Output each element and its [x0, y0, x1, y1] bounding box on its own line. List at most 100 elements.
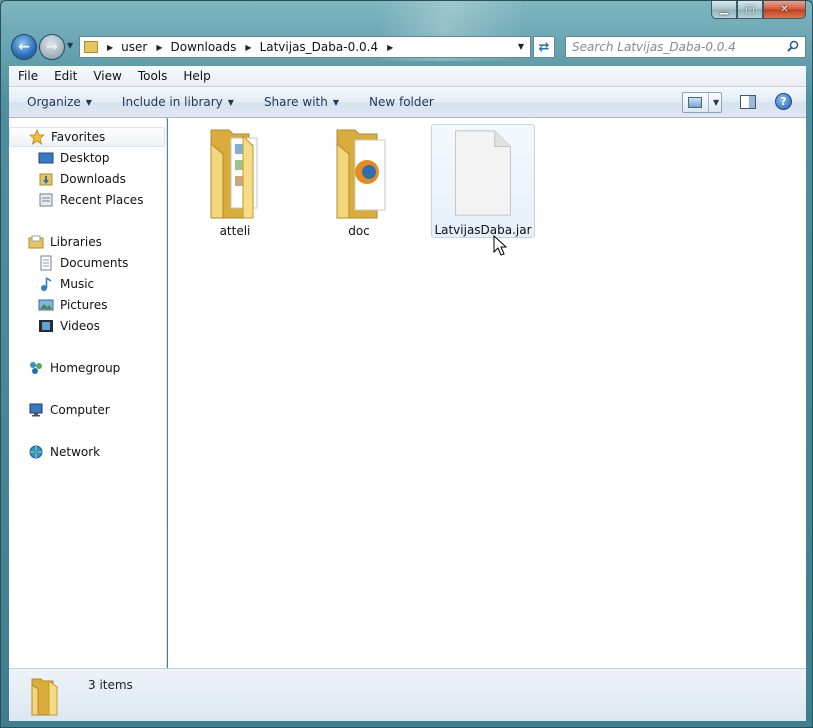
sidebar-item-network[interactable]: Network: [9, 442, 165, 462]
sidebar-item-label: Videos: [60, 319, 100, 333]
sidebar-item-label: Downloads: [60, 172, 126, 186]
preview-pane-icon[interactable]: [740, 95, 756, 109]
navigation-bar: ← → ▼ ▶ user ▶ Downloads ▶ Latvijas_Daba…: [9, 32, 806, 62]
computer-icon: [28, 402, 44, 418]
chevron-right-icon[interactable]: ▶: [156, 43, 162, 52]
help-icon[interactable]: ?: [775, 93, 792, 110]
sidebar-item-label: Recent Places: [60, 193, 144, 207]
documents-icon: [38, 255, 54, 271]
sidebar-item-music[interactable]: Music: [9, 274, 165, 294]
breadcrumb-current-folder[interactable]: Latvijas_Daba-0.0.4: [260, 40, 379, 54]
address-bar[interactable]: ▶ user ▶ Downloads ▶ Latvijas_Daba-0.0.4…: [79, 36, 531, 58]
menu-edit[interactable]: Edit: [45, 69, 84, 83]
menu-tools[interactable]: Tools: [129, 69, 175, 83]
sidebar-item-label: Desktop: [60, 151, 110, 165]
include-in-library-label: Include in library: [121, 95, 223, 109]
folder-icon: [210, 129, 258, 219]
back-arrow-icon: ←: [18, 39, 30, 55]
sidebar-item-label: Music: [60, 277, 95, 291]
menu-view[interactable]: View: [84, 69, 128, 83]
sidebar-item-computer[interactable]: Computer: [9, 400, 165, 420]
sidebar-item-label: Libraries: [50, 235, 102, 249]
file-list[interactable]: atteli doc LatvijasDaba.jar: [168, 118, 806, 668]
file-item[interactable]: atteli: [183, 124, 287, 238]
close-button[interactable]: ✕: [763, 1, 806, 19]
refresh-button[interactable]: ⇄: [533, 36, 555, 58]
folder-icon: [336, 129, 386, 219]
chevron-right-icon[interactable]: ▶: [387, 43, 393, 52]
file-name: LatvijasDaba.jar: [434, 223, 532, 237]
minimize-button[interactable]: ▁: [711, 1, 737, 19]
caption-buttons: ▁ □ ✕: [711, 1, 806, 19]
file-name: atteli: [219, 224, 251, 238]
divider: [708, 93, 709, 112]
file-item[interactable]: doc: [307, 124, 411, 238]
file-item-selected[interactable]: LatvijasDaba.jar: [431, 124, 535, 238]
sidebar-item-favorites[interactable]: Favorites: [9, 127, 165, 147]
chevron-down-icon: ▼: [227, 97, 234, 107]
new-folder-button[interactable]: New folder: [369, 95, 434, 109]
sidebar-item-label: Pictures: [60, 298, 108, 312]
address-history-dropdown-icon[interactable]: ▼: [518, 42, 524, 51]
refresh-icon: ⇄: [538, 39, 550, 55]
sidebar-item-label: Documents: [60, 256, 129, 270]
navigation-pane: Favorites Desktop Downloads Recent Place…: [9, 118, 167, 668]
maximize-button[interactable]: □: [737, 1, 763, 19]
star-icon: [29, 129, 45, 145]
sidebar-item-recent-places[interactable]: Recent Places: [9, 190, 165, 210]
downloads-folder-icon: [38, 171, 54, 187]
homegroup-icon: [28, 360, 44, 376]
forward-arrow-icon: →: [46, 39, 58, 55]
search-input[interactable]: [572, 40, 782, 54]
sidebar-item-label: Computer: [50, 403, 110, 417]
folder-icon: [31, 678, 58, 716]
blank-file-icon: [455, 130, 511, 216]
sidebar-item-downloads[interactable]: Downloads: [9, 169, 165, 189]
breadcrumb-downloads[interactable]: Downloads: [171, 40, 237, 54]
file-name: doc: [348, 224, 370, 238]
breadcrumb-user[interactable]: user: [121, 40, 147, 54]
item-count: 3 items: [88, 678, 133, 692]
sidebar-item-libraries[interactable]: Libraries: [9, 232, 165, 252]
sidebar-item-label: Network: [50, 445, 101, 459]
recent-places-icon: [38, 192, 54, 208]
chevron-down-icon: ▼: [332, 97, 339, 107]
network-icon: [28, 444, 44, 460]
mouse-cursor-icon: [493, 235, 507, 256]
menu-bar: File Edit View Tools Help: [9, 66, 806, 87]
chevron-down-icon: ▼: [85, 97, 92, 107]
libraries-icon: [28, 234, 44, 250]
menu-help[interactable]: Help: [174, 69, 217, 83]
menu-file[interactable]: File: [9, 69, 45, 83]
share-with-label: Share with: [263, 95, 328, 109]
recent-pages-dropdown-icon[interactable]: ▼: [67, 41, 73, 50]
desktop-icon: [38, 150, 54, 166]
sidebar-item-documents[interactable]: Documents: [9, 253, 165, 273]
music-icon: [38, 276, 54, 292]
chevron-right-icon[interactable]: ▶: [245, 43, 251, 52]
pictures-icon: [38, 297, 54, 313]
view-icon: [688, 97, 702, 108]
search-icon[interactable]: [787, 40, 799, 52]
sidebar-item-label: Homegroup: [50, 361, 121, 375]
videos-icon: [38, 318, 54, 334]
back-button[interactable]: ←: [11, 34, 37, 60]
sidebar-item-homegroup[interactable]: Homegroup: [9, 358, 165, 378]
command-bar: Organize ▼ Include in library ▼ Share wi…: [9, 87, 806, 118]
organize-button[interactable]: Organize ▼: [27, 95, 92, 109]
sidebar-item-desktop[interactable]: Desktop: [9, 148, 165, 168]
chevron-down-icon[interactable]: ▼: [713, 98, 719, 107]
share-with-button[interactable]: Share with ▼: [264, 95, 339, 109]
sidebar-item-pictures[interactable]: Pictures: [9, 295, 165, 315]
organize-label: Organize: [27, 95, 81, 109]
change-view-button[interactable]: ▼: [682, 92, 722, 113]
folder-icon: [84, 41, 98, 53]
forward-button[interactable]: →: [39, 34, 65, 60]
sidebar-item-label: Favorites: [51, 130, 106, 144]
status-bar: 3 items: [9, 668, 806, 721]
search-box[interactable]: [565, 36, 806, 58]
chevron-right-icon[interactable]: ▶: [107, 43, 113, 52]
include-in-library-button[interactable]: Include in library ▼: [122, 95, 234, 109]
sidebar-item-videos[interactable]: Videos: [9, 316, 165, 336]
explorer-window: ▁ □ ✕ ← → ▼ ▶ user ▶ Downloads ▶ Latvija…: [0, 0, 813, 728]
